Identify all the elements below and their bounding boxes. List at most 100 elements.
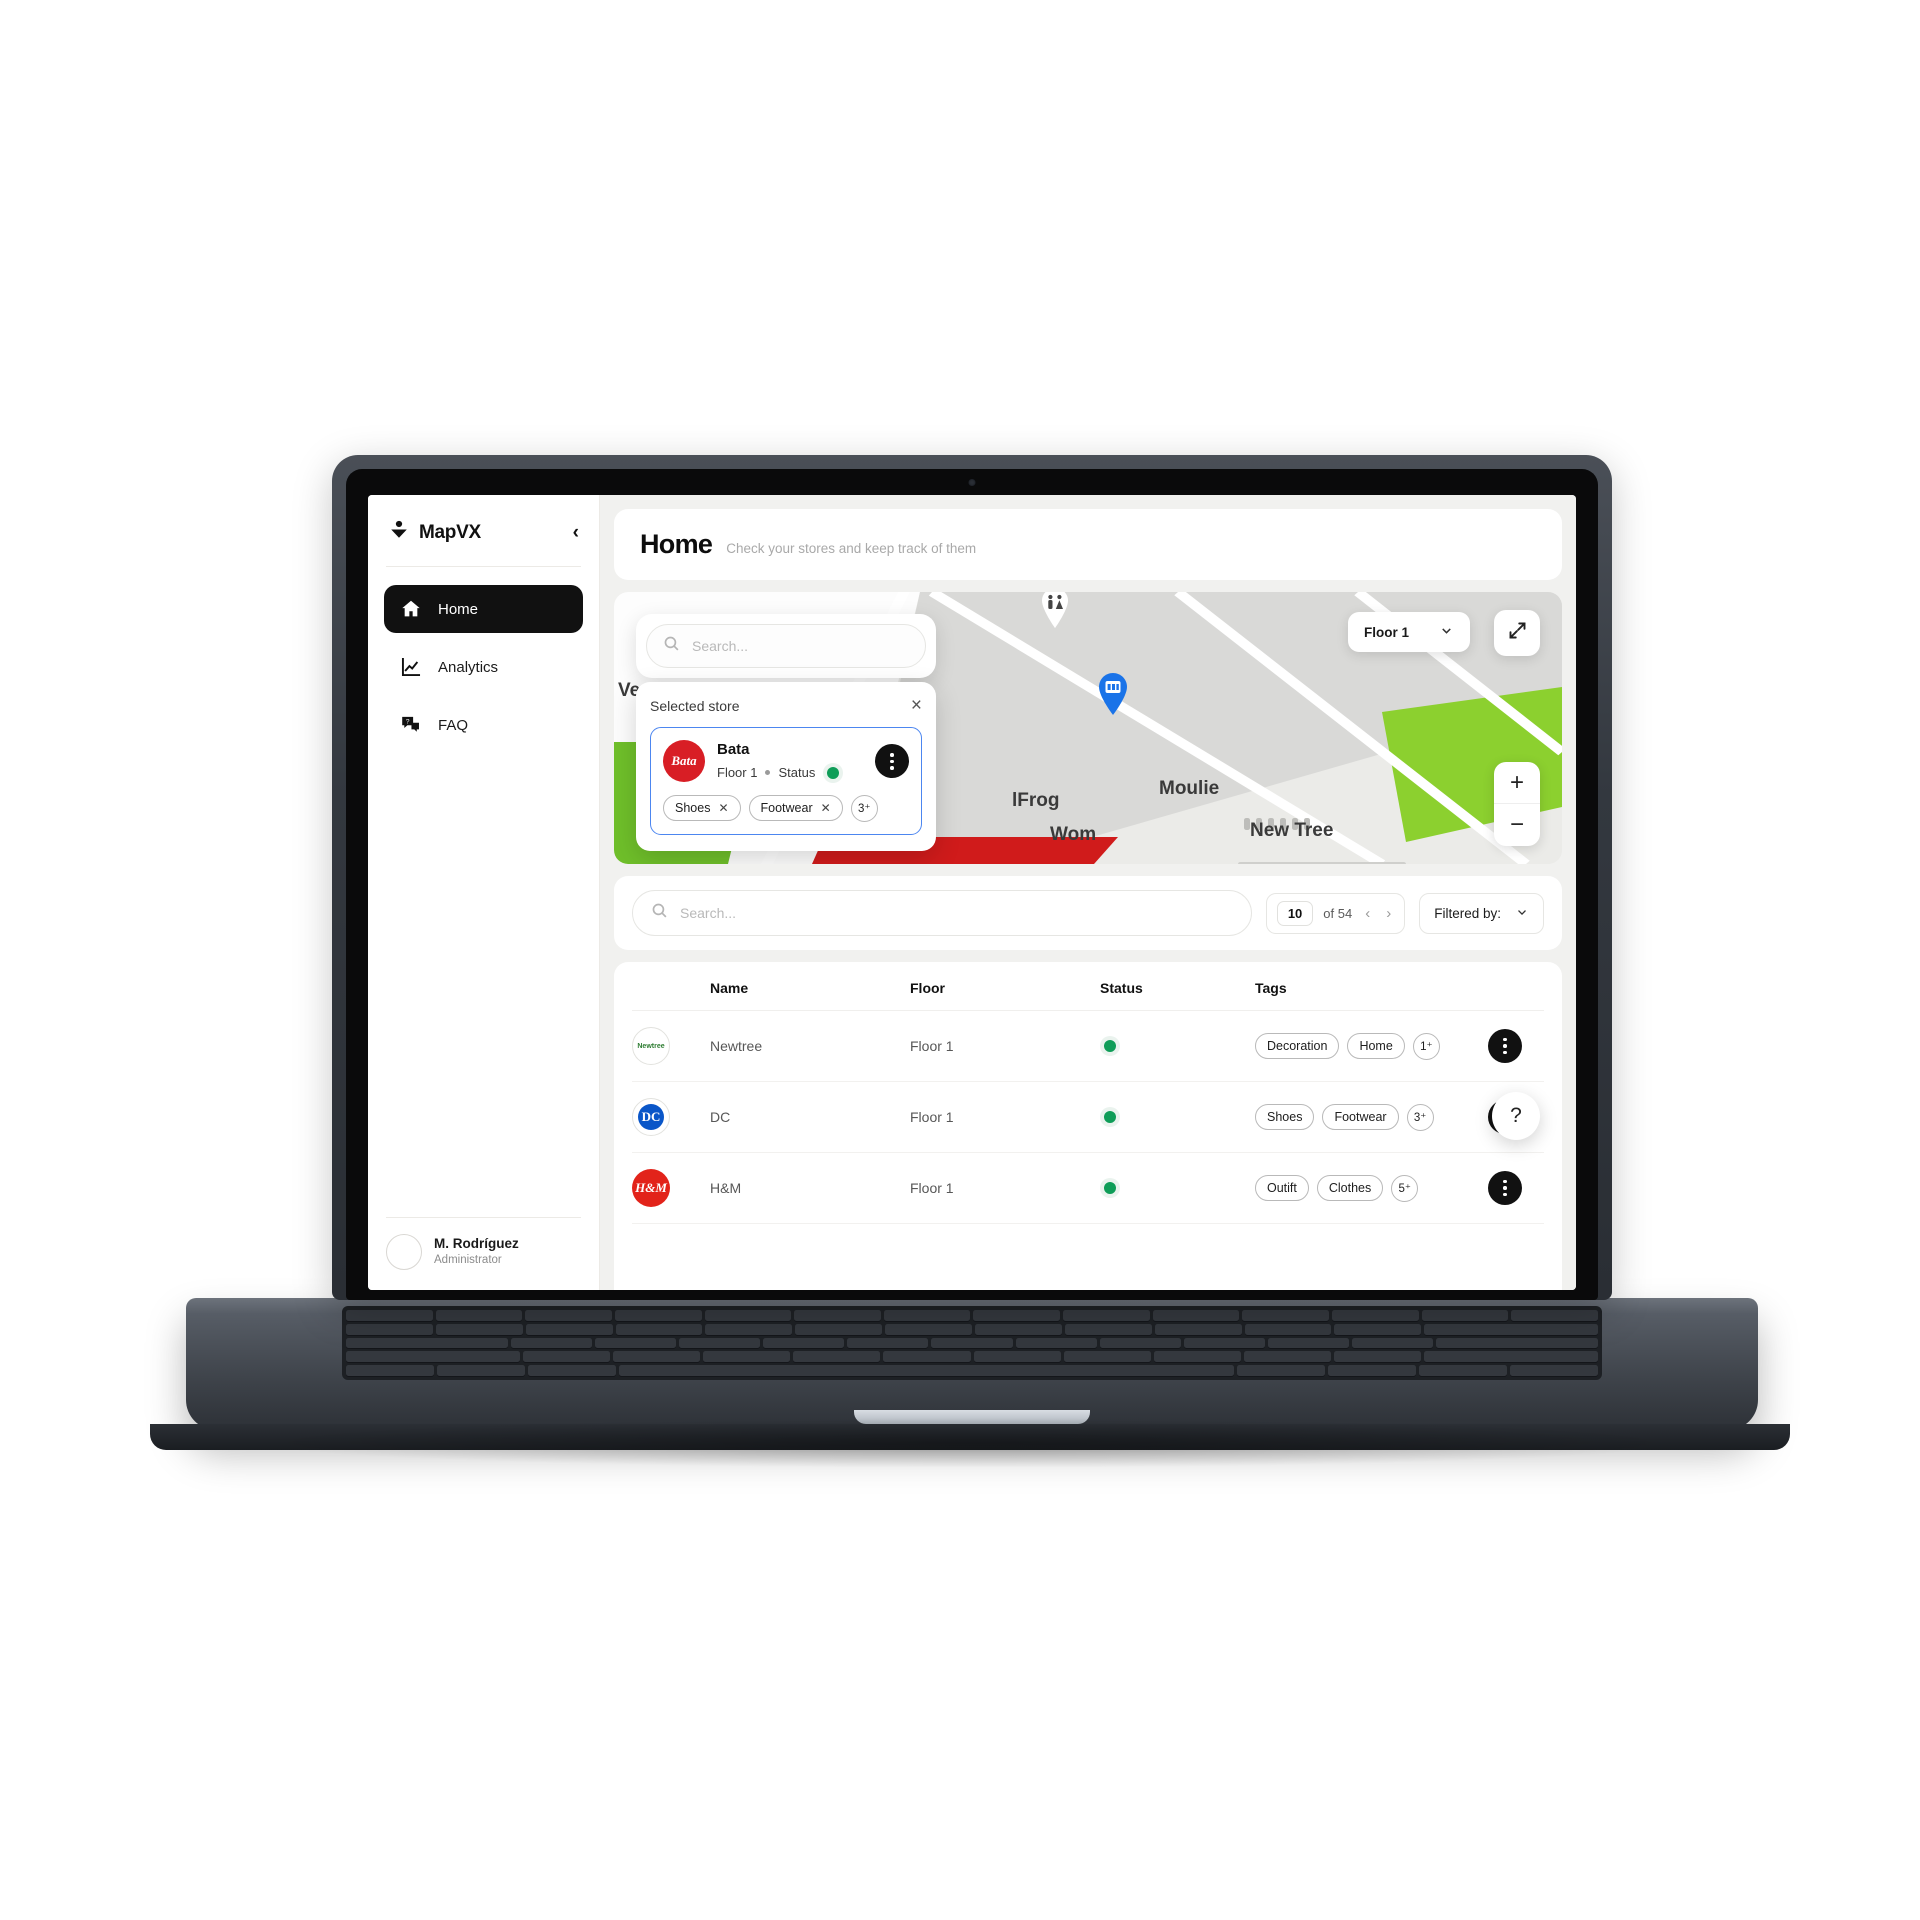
tag-chip[interactable]: Outift (1255, 1175, 1309, 1201)
store-status-label: Status (778, 765, 816, 780)
prev-page-icon[interactable]: ‹ (1362, 905, 1373, 922)
tags-more-badge[interactable]: 5⁺ (1391, 1174, 1419, 1202)
expand-icon (1507, 620, 1528, 646)
store-logo: Newtree (632, 1027, 670, 1065)
laptop-base (186, 1298, 1758, 1430)
remove-tag-icon[interactable]: ✕ (821, 801, 831, 815)
keyboard-row (346, 1351, 1599, 1363)
selected-store-panel: Selected store × Bata Bata Floor 1 Statu… (636, 682, 936, 851)
home-icon (400, 598, 422, 620)
store-map-pin-icon[interactable] (1096, 672, 1130, 716)
store-floor: Floor 1 (910, 1109, 954, 1125)
fullscreen-button[interactable] (1494, 610, 1540, 656)
svg-text:?: ? (406, 718, 410, 725)
tag-chip[interactable]: Footwear ✕ (748, 795, 843, 821)
map-search-container[interactable]: Search... (636, 614, 936, 678)
tag-chip[interactable]: Clothes (1316, 1175, 1384, 1201)
selected-store-card[interactable]: Bata Bata Floor 1 Status Shoes ✕ Footwea… (650, 727, 922, 835)
sidebar-item-analytics[interactable]: Analytics (384, 643, 583, 691)
mapvx-logo-icon (388, 519, 410, 546)
brand-row: MapVX ‹ (384, 513, 583, 546)
search-icon (663, 635, 680, 657)
store-name: H&M (710, 1180, 742, 1196)
table-search-input[interactable]: Search... (632, 890, 1252, 936)
page-title: Home (640, 529, 713, 559)
filter-label: Filtered by: (1434, 905, 1501, 921)
page-header: Home Check your stores and keep track of… (614, 509, 1562, 580)
next-page-icon[interactable]: › (1383, 905, 1394, 922)
store-name: Bata (717, 741, 750, 758)
laptop-shadow (250, 1418, 1690, 1468)
remove-tag-icon[interactable]: ✕ (718, 801, 728, 815)
divider (386, 1217, 581, 1218)
map-search-input[interactable]: Search... (646, 624, 926, 668)
column-header-name: Name (710, 980, 749, 996)
map-label: Moulie (1159, 778, 1220, 799)
brand-name: MapVX (419, 521, 481, 543)
zoom-in-button[interactable]: + (1494, 762, 1540, 804)
tags-more-badge[interactable]: 3⁺ (1406, 1103, 1434, 1131)
divider (386, 566, 581, 567)
restroom-marker-icon (1038, 592, 1072, 635)
tag-chip[interactable]: Footwear (1322, 1104, 1399, 1130)
analytics-icon (400, 656, 422, 678)
sidebar-item-home[interactable]: Home (384, 585, 583, 633)
map-label: New Tree (1250, 820, 1334, 841)
page-subtitle: Check your stores and keep track of them (726, 541, 977, 556)
row-options-button[interactable] (1488, 1029, 1522, 1063)
zoom-out-button[interactable]: − (1494, 804, 1540, 846)
close-icon[interactable]: × (911, 696, 922, 715)
help-button[interactable]: ? (1492, 1092, 1540, 1140)
status-badge (1100, 1106, 1120, 1127)
floor-select[interactable]: Floor 1 (1347, 612, 1470, 652)
selected-store-header: Selected store × (650, 696, 922, 715)
separator-dot-icon (765, 770, 771, 775)
store-floor: Floor 1 (910, 1038, 954, 1054)
app-screen: MapVX ‹ Home Analytics ? FAQ M. Rodrígue… (368, 495, 1576, 1290)
table-toolbar: Search... 10 of 54 ‹ › Filtered by: (614, 876, 1562, 950)
column-header-tags: Tags (1255, 980, 1287, 996)
tag-chip[interactable]: Shoes (1255, 1104, 1315, 1130)
user-profile[interactable]: M. Rodríguez Administrator (384, 1234, 583, 1276)
user-name: M. Rodríguez (434, 1236, 519, 1252)
map-zoom-controls: + − (1494, 762, 1540, 846)
map-label: Wom (1050, 824, 1097, 845)
table-row[interactable]: DC DC Floor 1 Shoes Footwear 3⁺ (632, 1082, 1544, 1153)
search-icon (651, 902, 668, 924)
store-floor: Floor 1 (717, 765, 758, 780)
page-size-value[interactable]: 10 (1276, 900, 1314, 926)
sidebar-item-label: FAQ (438, 716, 469, 734)
store-logo: Bata (663, 740, 705, 783)
store-name: DC (710, 1109, 731, 1125)
status-badge (1100, 1177, 1120, 1198)
store-floor: Floor 1 (910, 1180, 954, 1196)
tag-chip[interactable]: Decoration (1255, 1033, 1340, 1059)
filter-dropdown[interactable]: Filtered by: (1419, 892, 1544, 934)
map-panel[interactable]: Ve Bath & Body Todo Moda lFrog Moulie Wo… (614, 592, 1562, 864)
store-logo-text: DC (641, 1109, 661, 1124)
store-options-button[interactable] (875, 744, 909, 779)
store-logo-text: Bata (671, 753, 697, 769)
user-role: Administrator (434, 1253, 502, 1266)
tag-chip[interactable]: Shoes ✕ (663, 795, 741, 821)
laptop-bezel: MapVX ‹ Home Analytics ? FAQ M. Rodrígue… (346, 469, 1598, 1300)
tag-label: Shoes (675, 801, 711, 815)
total-count-label: of 54 (1323, 905, 1353, 921)
tag-chip[interactable]: Home (1347, 1033, 1405, 1059)
row-options-button[interactable] (1488, 1171, 1522, 1205)
table-row[interactable]: H&M H&M Floor 1 Outift Clothes 5⁺ (632, 1153, 1544, 1224)
chevron-down-icon (1439, 623, 1454, 641)
table-search-placeholder: Search... (680, 905, 737, 921)
tags-more-badge[interactable]: 1⁺ (1412, 1032, 1440, 1060)
map-label: lFrog (1012, 790, 1060, 811)
table-row[interactable]: Newtree Newtree Floor 1 Decoration Home … (632, 1011, 1544, 1082)
floor-select-value: Floor 1 (1363, 624, 1409, 640)
keyboard-row (346, 1323, 1599, 1335)
stores-table: Name Floor Status Tags Newtree Newtree F… (614, 962, 1562, 1290)
sidebar-item-faq[interactable]: ? FAQ (384, 701, 583, 749)
collapse-sidebar-icon[interactable]: ‹ (573, 523, 579, 542)
pagination: 10 of 54 ‹ › (1265, 892, 1406, 934)
sidebar: MapVX ‹ Home Analytics ? FAQ M. Rodrígue… (368, 495, 600, 1290)
tag-label: Footwear (760, 801, 813, 815)
tags-more-badge[interactable]: 3⁺ (850, 794, 878, 822)
